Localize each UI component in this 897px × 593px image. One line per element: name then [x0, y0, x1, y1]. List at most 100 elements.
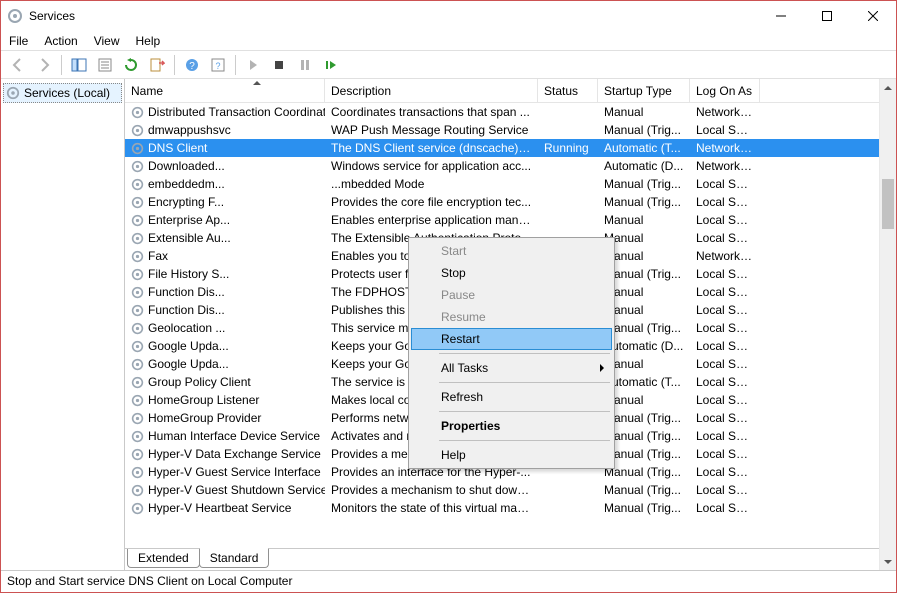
column-header-status[interactable]: Status [538, 79, 598, 102]
service-logon: Network S... [696, 159, 760, 173]
service-logon: Local Syste... [696, 393, 760, 407]
service-logon: Local Syste... [696, 447, 760, 461]
forward-button[interactable] [33, 54, 55, 76]
back-button[interactable] [7, 54, 29, 76]
service-startup: Automatic (T... [604, 375, 681, 389]
column-header-logon[interactable]: Log On As [690, 79, 760, 102]
column-header-description[interactable]: Description [325, 79, 538, 102]
context-menu: Start Stop Pause Resume Restart All Task… [408, 237, 615, 469]
service-logon: Local Syste... [696, 177, 760, 191]
toolbar-separator [235, 55, 236, 75]
refresh-button[interactable] [120, 54, 142, 76]
service-startup: Manual (Trig... [604, 411, 681, 425]
scroll-up-button[interactable] [880, 79, 896, 96]
service-icon [131, 502, 144, 515]
service-icon [131, 178, 144, 191]
column-header-name[interactable]: Name [125, 79, 325, 102]
service-icon [131, 358, 144, 371]
tab-standard[interactable]: Standard [199, 548, 270, 568]
help-button[interactable]: ? [181, 54, 203, 76]
service-row[interactable]: DNS ClientThe DNS Client service (dnscac… [125, 139, 896, 157]
properties-button[interactable] [94, 54, 116, 76]
export-list-button[interactable] [146, 54, 168, 76]
context-menu-properties[interactable]: Properties [411, 415, 612, 437]
service-name: Fax [148, 249, 168, 263]
context-menu-start[interactable]: Start [411, 240, 612, 262]
stop-service-button[interactable] [268, 54, 290, 76]
service-icon [131, 268, 144, 281]
menu-view[interactable]: View [94, 34, 120, 48]
context-menu-pause[interactable]: Pause [411, 284, 612, 306]
service-logon: Local Syste... [696, 231, 760, 245]
pause-service-button[interactable] [294, 54, 316, 76]
service-logon: Local Service [696, 285, 760, 299]
help-pane-button[interactable]: ? [207, 54, 229, 76]
start-service-button[interactable] [242, 54, 264, 76]
maximize-button[interactable] [804, 1, 850, 31]
service-name: Downloaded... [148, 159, 225, 173]
menu-file[interactable]: File [9, 34, 28, 48]
service-startup: Automatic (T... [604, 141, 681, 155]
service-row[interactable]: Hyper-V Guest Shutdown Service Provides a… [125, 481, 896, 499]
service-row[interactable]: embeddedm... ...mbedded Mode Manual (Trig.… [125, 175, 896, 193]
service-name: HomeGroup Provider [148, 411, 261, 425]
titlebar: Services [1, 1, 896, 31]
svg-text:?: ? [189, 61, 195, 72]
service-logon: Network S... [696, 141, 760, 155]
service-description: Windows service for application acc... [331, 159, 531, 173]
scroll-thumb[interactable] [882, 179, 894, 229]
toolbar-separator [61, 55, 62, 75]
context-menu-all-tasks[interactable]: All Tasks [411, 357, 612, 379]
service-row[interactable]: Distributed Transaction CoordinatorCoord… [125, 103, 896, 121]
service-name: Extensible Au... [148, 231, 231, 245]
minimize-button[interactable] [758, 1, 804, 31]
main-area: Services (Local) Name Description Status… [1, 79, 896, 570]
menu-help[interactable]: Help [136, 34, 161, 48]
service-description: Provides a mechanism to shut down... [331, 483, 534, 497]
vertical-scrollbar[interactable] [879, 79, 896, 548]
service-startup: Manual (Trig... [604, 501, 681, 515]
context-menu-restart[interactable]: Restart [411, 328, 612, 350]
service-logon: Local Syste... [696, 339, 760, 353]
context-menu-resume[interactable]: Resume [411, 306, 612, 328]
service-icon [131, 322, 144, 335]
statusbar: Stop and Start service DNS Client on Loc… [1, 570, 896, 592]
service-icon [131, 340, 144, 353]
tab-extended[interactable]: Extended [127, 549, 200, 568]
service-icon [131, 448, 144, 461]
service-logon: Local Syste... [696, 123, 760, 137]
sort-indicator-icon [253, 81, 261, 85]
service-row[interactable]: Enterprise Ap...Enables enterprise appli… [125, 211, 896, 229]
service-description: ...mbedded Mode [331, 177, 424, 191]
service-name: DNS Client [148, 141, 207, 155]
window-controls [758, 1, 896, 31]
column-header-startup[interactable]: Startup Type [598, 79, 690, 102]
service-name: embeddedm... [148, 177, 225, 191]
service-row[interactable]: Hyper-V Heartbeat ServiceMonitors the st… [125, 499, 896, 517]
service-name: Hyper-V Guest Shutdown Service [148, 483, 325, 497]
restart-service-button[interactable] [320, 54, 342, 76]
context-menu-separator [439, 440, 610, 441]
service-startup: Manual (Trig... [604, 177, 681, 191]
service-startup: Manual (Trig... [604, 429, 681, 443]
service-row[interactable]: dmwappushsvcWAP Push Message Routing Ser… [125, 121, 896, 139]
service-logon: Network S... [696, 105, 760, 119]
context-menu-stop[interactable]: Stop [411, 262, 612, 284]
close-button[interactable] [850, 1, 896, 31]
toolbar-separator [174, 55, 175, 75]
service-name: Function Dis... [148, 303, 225, 317]
show-hide-tree-button[interactable] [68, 54, 90, 76]
service-row[interactable]: Downloaded... Windows service for applica… [125, 157, 896, 175]
service-name: Human Interface Device Service [148, 429, 320, 443]
service-icon [131, 196, 144, 209]
service-logon: Local Syste... [696, 321, 760, 335]
tree-pane: Services (Local) [1, 79, 125, 570]
tree-item-services-local[interactable]: Services (Local) [3, 83, 122, 103]
service-row[interactable]: Encrypting F...Provides the core file en… [125, 193, 896, 211]
service-name: Google Upda... [148, 339, 229, 353]
context-menu-help[interactable]: Help [411, 444, 612, 466]
service-startup: Manual (Trig... [604, 321, 681, 335]
service-icon [131, 124, 144, 137]
menu-action[interactable]: Action [44, 34, 77, 48]
context-menu-refresh[interactable]: Refresh [411, 386, 612, 408]
